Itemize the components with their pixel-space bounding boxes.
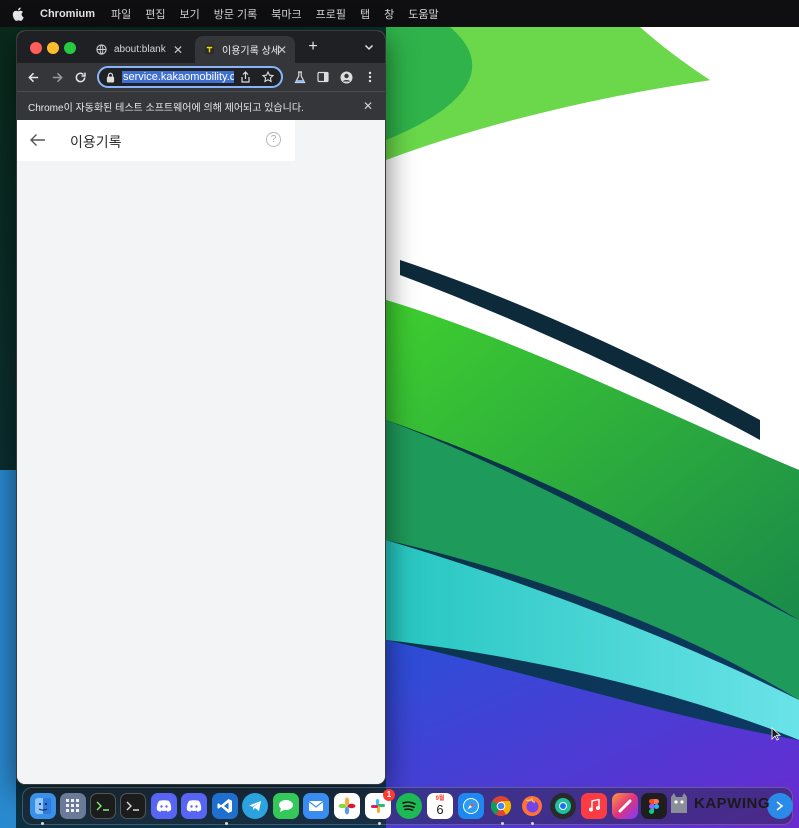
- telegram-icon[interactable]: [242, 793, 268, 819]
- discord-icon[interactable]: [151, 793, 177, 819]
- chrome-alt-icon[interactable]: [550, 793, 576, 819]
- finder-icon[interactable]: [30, 793, 56, 819]
- lock-icon[interactable]: [106, 72, 118, 83]
- photos-icon[interactable]: [334, 793, 360, 819]
- menu-app-name[interactable]: Chromium: [40, 8, 95, 20]
- chevron-down-icon[interactable]: [363, 40, 377, 54]
- menu-item-profiles[interactable]: 프로필: [316, 6, 346, 22]
- music-icon[interactable]: [581, 793, 607, 819]
- kapwing-text: KAPWING: [694, 794, 770, 812]
- menu-item-view[interactable]: 보기: [180, 6, 200, 22]
- menu-item-history[interactable]: 방문 기록: [214, 6, 258, 22]
- tab-close-icon[interactable]: ✕: [277, 43, 287, 57]
- running-indicator: [531, 822, 534, 825]
- mouse-cursor-icon: [771, 727, 782, 741]
- browser-toolbar: service.kakaomobility.c: [17, 63, 385, 91]
- reload-icon[interactable]: [73, 70, 87, 84]
- slack-icon[interactable]: 1: [365, 789, 395, 819]
- terminal-2-icon[interactable]: [120, 793, 146, 819]
- running-indicator: [225, 822, 228, 825]
- menu-item-tab[interactable]: 탭: [360, 6, 370, 22]
- side-panel-icon[interactable]: [316, 70, 330, 84]
- discord-2-icon[interactable]: [181, 793, 207, 819]
- tab-label: 이용기록 상세: [222, 46, 280, 57]
- tab-usage-detail[interactable]: 이용기록 상세 ✕: [195, 36, 295, 63]
- kapwing-logo-icon: [668, 791, 690, 815]
- bookmark-star-icon[interactable]: [262, 71, 275, 83]
- running-indicator: [378, 822, 381, 825]
- tab-label: about:blank: [114, 44, 166, 55]
- new-tab-button[interactable]: +: [304, 38, 322, 56]
- tab-strip: about:blank ✕ 이용기록 상세 ✕ +: [17, 31, 385, 63]
- forward-arrow-icon[interactable]: [50, 70, 64, 84]
- apple-menu-icon[interactable]: [12, 7, 26, 21]
- minimize-window-button[interactable]: [47, 42, 59, 54]
- macos-menu-bar: Chromium 파일 편집 보기 방문 기록 북마크 프로필 탭 창 도움말: [0, 0, 799, 27]
- page-content: 이용기록 ?: [17, 120, 385, 784]
- mail-icon[interactable]: [303, 793, 329, 819]
- launchpad-icon[interactable]: [60, 793, 86, 819]
- calendar-icon[interactable]: 9월 6: [427, 793, 453, 819]
- downloads-icon[interactable]: [767, 793, 793, 819]
- kakao-t-favicon-icon: [203, 44, 215, 56]
- url-text[interactable]: service.kakaomobility.c: [122, 71, 234, 83]
- tab-about-blank[interactable]: about:blank ✕: [87, 36, 191, 63]
- back-arrow-icon[interactable]: [29, 133, 46, 147]
- page-title: 이용기록: [70, 134, 122, 150]
- share-icon[interactable]: [240, 71, 252, 83]
- tab-close-icon[interactable]: ✕: [173, 43, 183, 57]
- page-header: 이용기록 ?: [17, 120, 295, 161]
- running-indicator: [41, 822, 44, 825]
- slack-badge: 1: [383, 789, 395, 801]
- profile-avatar-icon[interactable]: [339, 70, 353, 84]
- menu-item-bookmarks[interactable]: 북마크: [271, 6, 301, 22]
- messages-icon[interactable]: [273, 793, 299, 819]
- close-icon[interactable]: ✕: [363, 99, 373, 113]
- chrome-icon[interactable]: [488, 793, 514, 819]
- back-arrow-icon[interactable]: [26, 70, 40, 84]
- zoom-window-button[interactable]: [64, 42, 76, 54]
- kapwing-watermark: KAPWING: [668, 788, 770, 818]
- kebab-menu-icon[interactable]: [363, 70, 377, 84]
- close-window-button[interactable]: [30, 42, 42, 54]
- menu-item-edit[interactable]: 편집: [145, 6, 165, 22]
- firefox-icon[interactable]: [519, 793, 545, 819]
- address-bar[interactable]: service.kakaomobility.c: [97, 66, 283, 88]
- menu-item-help[interactable]: 도움말: [408, 6, 438, 22]
- safari-icon[interactable]: [458, 793, 484, 819]
- vscode-icon[interactable]: [212, 793, 238, 819]
- globe-icon: [95, 44, 107, 56]
- beaker-labs-icon[interactable]: [293, 70, 307, 84]
- running-indicator: [501, 822, 504, 825]
- calendar-day: 6: [436, 801, 444, 817]
- menu-item-window[interactable]: 창: [384, 6, 394, 22]
- help-icon[interactable]: ?: [266, 132, 281, 147]
- menu-item-file[interactable]: 파일: [111, 6, 131, 22]
- shortcuts-icon[interactable]: [612, 793, 638, 819]
- figma-icon[interactable]: [641, 793, 667, 819]
- terminal-icon[interactable]: [90, 793, 116, 819]
- infobar-message: Chrome이 자동화된 테스트 소프트웨어에 의해 제어되고 있습니다.: [28, 102, 304, 114]
- spotify-icon[interactable]: [396, 793, 422, 819]
- browser-window: about:blank ✕ 이용기록 상세 ✕ + service.kakaom…: [16, 30, 386, 785]
- automation-infobar: Chrome이 자동화된 테스트 소프트웨어에 의해 제어되고 있습니다. ✕: [17, 91, 385, 120]
